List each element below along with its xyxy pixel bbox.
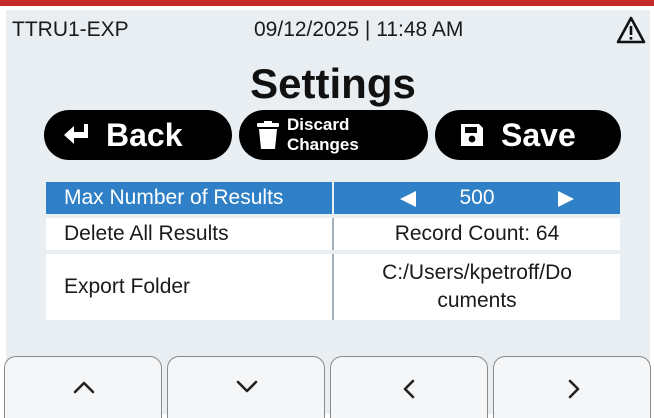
max-results-value: 500 [459, 186, 495, 209]
max-results-stepper[interactable]: 500 [332, 182, 620, 214]
chevron-down-icon [236, 380, 258, 393]
back-button[interactable]: Back [44, 110, 232, 160]
chevron-left-icon [403, 379, 415, 399]
chevron-up-icon [73, 381, 95, 394]
save-label: Save [501, 117, 576, 153]
discard-label: Discard Changes [287, 115, 359, 155]
setting-row-export-folder[interactable]: Export Folder C:/Users/kpetroff/Do cumen… [46, 254, 620, 320]
export-folder-path-line2: cuments [437, 289, 517, 312]
export-folder-path-line1: C:/Users/kpetroff/Do [382, 261, 572, 284]
return-arrow-icon [64, 124, 88, 144]
status-bar: TTRU1-EXP 09/12/2025 | 11:48 AM [6, 10, 650, 48]
setting-label: Export Folder [46, 254, 332, 320]
nav-left-button[interactable] [330, 356, 488, 418]
setting-label: Max Number of Results [46, 182, 332, 214]
nav-up-button[interactable] [4, 356, 162, 418]
nav-down-button[interactable] [167, 356, 325, 418]
chevron-right-icon [568, 379, 580, 399]
discard-label-line1: Discard [287, 115, 350, 134]
setting-row-max-results[interactable]: Max Number of Results 500 [46, 182, 620, 214]
discard-label-line2: Changes [287, 135, 359, 154]
discard-changes-button[interactable]: Discard Changes [239, 110, 428, 160]
decrease-arrow-icon[interactable] [400, 191, 416, 207]
datetime: 09/12/2025 | 11:48 AM [254, 18, 464, 41]
back-label: Back [106, 117, 183, 153]
nav-right-button[interactable] [493, 356, 651, 418]
trash-icon [257, 121, 279, 149]
export-folder-path: C:/Users/kpetroff/Do cuments [332, 254, 620, 320]
setting-label: Delete All Results [46, 218, 332, 250]
increase-arrow-icon[interactable] [558, 191, 574, 207]
setting-row-delete-results[interactable]: Delete All Results Record Count: 64 [46, 218, 620, 250]
top-accent-bar [0, 0, 654, 6]
device-name: TTRU1-EXP [12, 18, 129, 41]
save-button[interactable]: Save [435, 110, 621, 160]
warning-triangle-icon[interactable] [616, 16, 646, 44]
floppy-disk-icon [461, 124, 483, 146]
navigation-bar [0, 350, 654, 418]
page-title: Settings [250, 60, 416, 107]
record-count: Record Count: 64 [332, 218, 620, 250]
